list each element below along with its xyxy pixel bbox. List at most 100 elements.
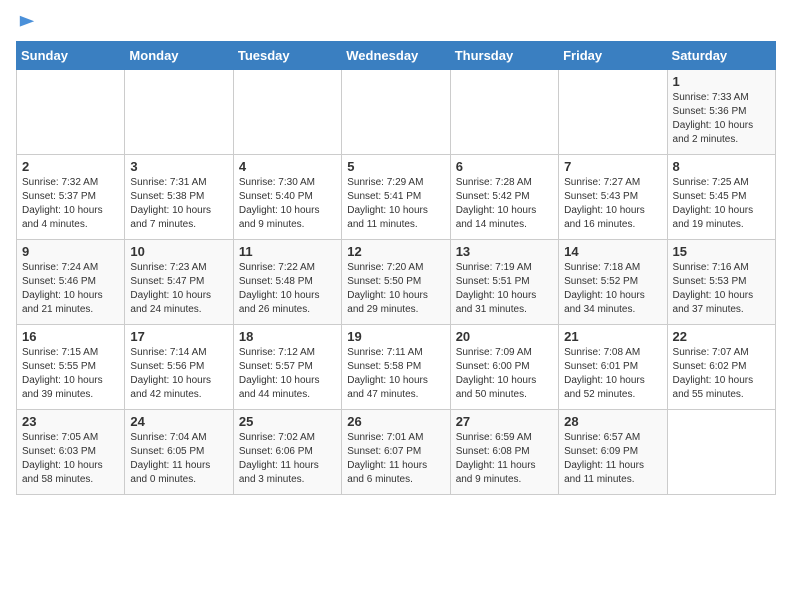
header-row: SundayMondayTuesdayWednesdayThursdayFrid… <box>17 41 776 69</box>
calendar-cell: 5 Sunrise: 7:29 AM Sunset: 5:41 PM Daylig… <box>342 154 450 239</box>
logo-flag-icon <box>18 14 36 32</box>
calendar-cell: 4 Sunrise: 7:30 AM Sunset: 5:40 PM Daylig… <box>233 154 341 239</box>
day-number: 11 <box>239 244 336 259</box>
calendar-cell: 16Sunrise: 7:15 AM Sunset: 5:55 PM Dayli… <box>17 324 125 409</box>
day-info: Sunrise: 7:09 AM Sunset: 6:00 PM Dayligh… <box>456 346 553 402</box>
day-number: 9 <box>22 244 119 259</box>
day-number: 26 <box>347 414 444 429</box>
day-number: 1 <box>673 74 770 89</box>
day-header-saturday: Saturday <box>667 41 775 69</box>
calendar-cell: 11 Sunrise: 7:22 AM Sunset: 5:48 PM Dayli… <box>233 239 341 324</box>
week-row: 9 Sunrise: 7:24 AM Sunset: 5:46 PM Daylig… <box>17 239 776 324</box>
day-info: Sunrise: 7:29 AM Sunset: 5:41 PM Dayligh… <box>347 176 444 232</box>
day-number: 15 <box>673 244 770 259</box>
calendar-cell: 6 Sunrise: 7:28 AM Sunset: 5:42 PM Daylig… <box>450 154 558 239</box>
day-number: 6 <box>456 159 553 174</box>
day-header-sunday: Sunday <box>17 41 125 69</box>
week-row: 1 Sunrise: 7:33 AM Sunset: 5:36 PM Daylig… <box>17 69 776 154</box>
day-info: Sunrise: 7:31 AM Sunset: 5:38 PM Dayligh… <box>130 176 227 232</box>
calendar-cell: 23 Sunrise: 7:05 AM Sunset: 6:03 PM Dayli… <box>17 409 125 494</box>
day-info: Sunrise: 7:04 AM Sunset: 6:05 PM Dayligh… <box>130 431 227 487</box>
day-number: 24 <box>130 414 227 429</box>
day-info: Sunrise: 7:30 AM Sunset: 5:40 PM Dayligh… <box>239 176 336 232</box>
day-number: 28 <box>564 414 661 429</box>
day-info: Sunrise: 7:23 AM Sunset: 5:47 PM Dayligh… <box>130 261 227 317</box>
day-header-thursday: Thursday <box>450 41 558 69</box>
calendar-cell: 14 Sunrise: 7:18 AM Sunset: 5:52 PM Dayli… <box>559 239 667 324</box>
day-info: Sunrise: 7:28 AM Sunset: 5:42 PM Dayligh… <box>456 176 553 232</box>
calendar-cell: 26 Sunrise: 7:01 AM Sunset: 6:07 PM Dayli… <box>342 409 450 494</box>
day-header-wednesday: Wednesday <box>342 41 450 69</box>
day-number: 4 <box>239 159 336 174</box>
week-row: 23 Sunrise: 7:05 AM Sunset: 6:03 PM Dayli… <box>17 409 776 494</box>
calendar-cell: 9 Sunrise: 7:24 AM Sunset: 5:46 PM Daylig… <box>17 239 125 324</box>
day-info: Sunrise: 6:59 AM Sunset: 6:08 PM Dayligh… <box>456 431 553 487</box>
day-info: Sunrise: 7:05 AM Sunset: 6:03 PM Dayligh… <box>22 431 119 487</box>
calendar-cell: 3 Sunrise: 7:31 AM Sunset: 5:38 PM Daylig… <box>125 154 233 239</box>
day-info: Sunrise: 7:02 AM Sunset: 6:06 PM Dayligh… <box>239 431 336 487</box>
day-number: 5 <box>347 159 444 174</box>
day-number: 22 <box>673 329 770 344</box>
day-header-tuesday: Tuesday <box>233 41 341 69</box>
calendar-cell: 10 Sunrise: 7:23 AM Sunset: 5:47 PM Dayli… <box>125 239 233 324</box>
day-info: Sunrise: 7:01 AM Sunset: 6:07 PM Dayligh… <box>347 431 444 487</box>
day-info: Sunrise: 7:08 AM Sunset: 6:01 PM Dayligh… <box>564 346 661 402</box>
week-row: 2 Sunrise: 7:32 AM Sunset: 5:37 PM Daylig… <box>17 154 776 239</box>
day-header-monday: Monday <box>125 41 233 69</box>
day-number: 18 <box>239 329 336 344</box>
day-number: 13 <box>456 244 553 259</box>
calendar-table: SundayMondayTuesdayWednesdayThursdayFrid… <box>16 41 776 495</box>
day-number: 21 <box>564 329 661 344</box>
calendar-cell: 8Sunrise: 7:25 AM Sunset: 5:45 PM Daylig… <box>667 154 775 239</box>
day-info: Sunrise: 7:19 AM Sunset: 5:51 PM Dayligh… <box>456 261 553 317</box>
day-info: Sunrise: 7:25 AM Sunset: 5:45 PM Dayligh… <box>673 176 770 232</box>
calendar-cell: 22 Sunrise: 7:07 AM Sunset: 6:02 PM Dayli… <box>667 324 775 409</box>
day-number: 19 <box>347 329 444 344</box>
calendar-cell: 13 Sunrise: 7:19 AM Sunset: 5:51 PM Dayli… <box>450 239 558 324</box>
calendar-cell <box>559 69 667 154</box>
day-info: Sunrise: 7:20 AM Sunset: 5:50 PM Dayligh… <box>347 261 444 317</box>
calendar-cell <box>667 409 775 494</box>
calendar-cell: 2 Sunrise: 7:32 AM Sunset: 5:37 PM Daylig… <box>17 154 125 239</box>
calendar-cell: 18Sunrise: 7:12 AM Sunset: 5:57 PM Dayli… <box>233 324 341 409</box>
day-number: 14 <box>564 244 661 259</box>
calendar-cell: 17 Sunrise: 7:14 AM Sunset: 5:56 PM Dayli… <box>125 324 233 409</box>
calendar-cell: 7 Sunrise: 7:27 AM Sunset: 5:43 PM Daylig… <box>559 154 667 239</box>
day-header-friday: Friday <box>559 41 667 69</box>
day-info: Sunrise: 7:15 AM Sunset: 5:55 PM Dayligh… <box>22 346 119 402</box>
day-number: 23 <box>22 414 119 429</box>
day-info: Sunrise: 7:27 AM Sunset: 5:43 PM Dayligh… <box>564 176 661 232</box>
day-info: Sunrise: 7:07 AM Sunset: 6:02 PM Dayligh… <box>673 346 770 402</box>
calendar-cell <box>17 69 125 154</box>
calendar-cell: 12 Sunrise: 7:20 AM Sunset: 5:50 PM Dayli… <box>342 239 450 324</box>
calendar-cell: 20 Sunrise: 7:09 AM Sunset: 6:00 PM Dayli… <box>450 324 558 409</box>
day-number: 25 <box>239 414 336 429</box>
day-info: Sunrise: 7:22 AM Sunset: 5:48 PM Dayligh… <box>239 261 336 317</box>
calendar-cell: 1 Sunrise: 7:33 AM Sunset: 5:36 PM Daylig… <box>667 69 775 154</box>
calendar-cell: 25 Sunrise: 7:02 AM Sunset: 6:06 PM Dayli… <box>233 409 341 494</box>
day-number: 17 <box>130 329 227 344</box>
day-info: Sunrise: 7:16 AM Sunset: 5:53 PM Dayligh… <box>673 261 770 317</box>
calendar-cell: 15 Sunrise: 7:16 AM Sunset: 5:53 PM Dayli… <box>667 239 775 324</box>
day-number: 20 <box>456 329 553 344</box>
day-number: 3 <box>130 159 227 174</box>
calendar-cell <box>233 69 341 154</box>
day-info: Sunrise: 6:57 AM Sunset: 6:09 PM Dayligh… <box>564 431 661 487</box>
calendar-cell <box>125 69 233 154</box>
calendar-cell: 28 Sunrise: 6:57 AM Sunset: 6:09 PM Dayli… <box>559 409 667 494</box>
day-info: Sunrise: 7:32 AM Sunset: 5:37 PM Dayligh… <box>22 176 119 232</box>
week-row: 16Sunrise: 7:15 AM Sunset: 5:55 PM Dayli… <box>17 324 776 409</box>
day-number: 12 <box>347 244 444 259</box>
calendar-cell: 19 Sunrise: 7:11 AM Sunset: 5:58 PM Dayli… <box>342 324 450 409</box>
day-info: Sunrise: 7:18 AM Sunset: 5:52 PM Dayligh… <box>564 261 661 317</box>
day-info: Sunrise: 7:33 AM Sunset: 5:36 PM Dayligh… <box>673 91 770 147</box>
day-info: Sunrise: 7:24 AM Sunset: 5:46 PM Dayligh… <box>22 261 119 317</box>
calendar-cell <box>342 69 450 154</box>
day-info: Sunrise: 7:11 AM Sunset: 5:58 PM Dayligh… <box>347 346 444 402</box>
day-number: 7 <box>564 159 661 174</box>
day-number: 10 <box>130 244 227 259</box>
day-number: 2 <box>22 159 119 174</box>
calendar-cell: 27Sunrise: 6:59 AM Sunset: 6:08 PM Dayli… <box>450 409 558 494</box>
calendar-cell: 21 Sunrise: 7:08 AM Sunset: 6:01 PM Dayli… <box>559 324 667 409</box>
day-info: Sunrise: 7:14 AM Sunset: 5:56 PM Dayligh… <box>130 346 227 402</box>
